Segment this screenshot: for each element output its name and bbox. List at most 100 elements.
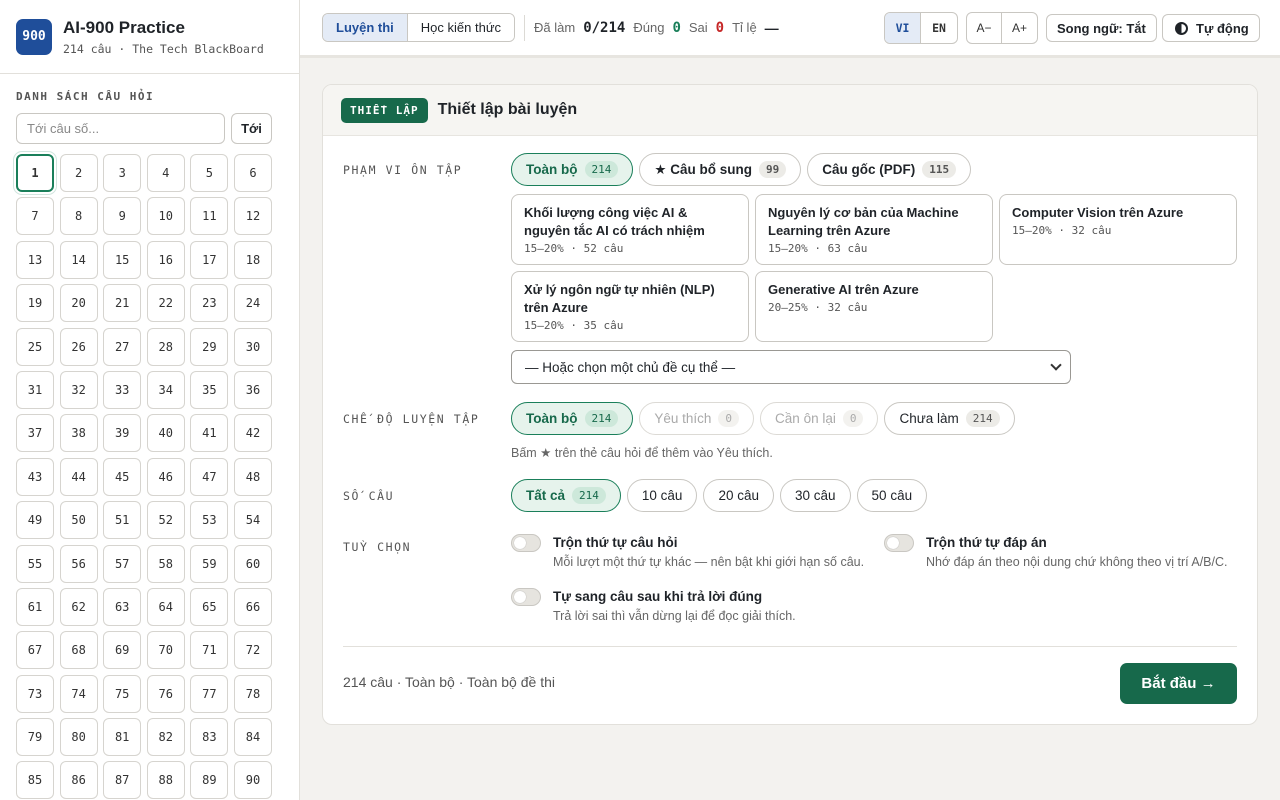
question-cell[interactable]: 17: [190, 240, 229, 279]
question-cell[interactable]: 62: [59, 587, 98, 626]
question-cell[interactable]: 61: [16, 587, 54, 626]
question-cell[interactable]: 57: [103, 544, 142, 583]
question-cell[interactable]: 37: [16, 414, 54, 453]
question-cell[interactable]: 39: [103, 414, 142, 453]
count-chip-50[interactable]: 50 câu: [856, 479, 928, 512]
question-cell[interactable]: 29: [190, 327, 229, 366]
tab-practice[interactable]: Luyện thi: [323, 14, 408, 41]
question-cell[interactable]: 28: [146, 327, 185, 366]
lang-en-button[interactable]: EN: [921, 13, 957, 43]
question-cell[interactable]: 30: [233, 327, 272, 366]
question-cell[interactable]: 79: [16, 718, 54, 757]
question-cell[interactable]: 52: [146, 501, 185, 540]
question-cell[interactable]: 23: [190, 284, 229, 323]
question-cell[interactable]: 40: [146, 414, 185, 453]
question-cell[interactable]: 71: [190, 631, 229, 670]
question-cell[interactable]: 25: [16, 327, 54, 366]
auto-next-toggle[interactable]: [511, 588, 541, 606]
question-cell[interactable]: 3: [103, 154, 142, 192]
question-cell[interactable]: 63: [103, 587, 142, 626]
question-cell[interactable]: 74: [59, 674, 98, 713]
question-cell[interactable]: 33: [103, 370, 142, 409]
question-cell[interactable]: 34: [146, 370, 185, 409]
question-cell[interactable]: 78: [233, 674, 272, 713]
question-cell[interactable]: 19: [16, 284, 54, 323]
goto-question-input[interactable]: [16, 113, 225, 144]
question-cell[interactable]: 1: [16, 154, 54, 192]
question-cell[interactable]: 69: [103, 631, 142, 670]
question-cell[interactable]: 7: [16, 197, 54, 236]
question-cell[interactable]: 53: [190, 501, 229, 540]
question-cell[interactable]: 22: [146, 284, 185, 323]
question-cell[interactable]: 82: [146, 718, 185, 757]
topic-select[interactable]: — Hoặc chọn một chủ đề cụ thể —: [511, 350, 1071, 384]
question-cell[interactable]: 27: [103, 327, 142, 366]
question-cell[interactable]: 4: [146, 154, 185, 192]
question-cell[interactable]: 12: [233, 197, 272, 236]
question-cell[interactable]: 5: [190, 154, 229, 192]
question-cell[interactable]: 21: [103, 284, 142, 323]
question-cell[interactable]: 72: [233, 631, 272, 670]
question-cell[interactable]: 70: [146, 631, 185, 670]
question-cell[interactable]: 50: [59, 501, 98, 540]
question-cell[interactable]: 16: [146, 240, 185, 279]
question-cell[interactable]: 51: [103, 501, 142, 540]
domain-card-ml[interactable]: Nguyên lý cơ bản của Machine Learning tr…: [755, 194, 993, 265]
question-cell[interactable]: 2: [59, 154, 98, 192]
question-cell[interactable]: 26: [59, 327, 98, 366]
question-cell[interactable]: 11: [190, 197, 229, 236]
shuffle-answers-toggle[interactable]: [884, 534, 914, 552]
question-cell[interactable]: 32: [59, 370, 98, 409]
bilingual-button[interactable]: Song ngữ: Tắt: [1046, 14, 1157, 42]
question-cell[interactable]: 47: [190, 457, 229, 496]
question-cell[interactable]: 89: [190, 761, 229, 800]
question-cell[interactable]: 83: [190, 718, 229, 757]
question-cell[interactable]: 77: [190, 674, 229, 713]
tab-learn[interactable]: Học kiến thức: [407, 14, 515, 41]
question-cell[interactable]: 76: [146, 674, 185, 713]
question-cell[interactable]: 58: [146, 544, 185, 583]
question-cell[interactable]: 38: [59, 414, 98, 453]
question-cell[interactable]: 65: [190, 587, 229, 626]
domain-card-nlp[interactable]: Xử lý ngôn ngữ tự nhiên (NLP) trên Azure…: [511, 271, 749, 342]
question-cell[interactable]: 6: [233, 154, 272, 192]
question-cell[interactable]: 75: [103, 674, 142, 713]
question-cell[interactable]: 86: [59, 761, 98, 800]
lang-vi-button[interactable]: VI: [885, 13, 921, 43]
question-cell[interactable]: 66: [233, 587, 272, 626]
question-cell[interactable]: 64: [146, 587, 185, 626]
question-cell[interactable]: 88: [146, 761, 185, 800]
mode-chip-review[interactable]: Cần ôn lại 0: [760, 402, 879, 435]
question-cell[interactable]: 60: [233, 544, 272, 583]
domain-card-vision[interactable]: Computer Vision trên Azure 15–20% · 32 câ…: [999, 194, 1237, 265]
question-cell[interactable]: 24: [233, 284, 272, 323]
scope-chip-extra[interactable]: ★ Câu bổ sung 99: [639, 153, 802, 186]
question-cell[interactable]: 55: [16, 544, 54, 583]
question-cell[interactable]: 10: [146, 197, 185, 236]
goto-question-button[interactable]: Tới: [231, 113, 272, 144]
question-cell[interactable]: 56: [59, 544, 98, 583]
question-cell[interactable]: 68: [59, 631, 98, 670]
count-chip-20[interactable]: 20 câu: [703, 479, 774, 512]
domain-card-ai-workloads[interactable]: Khối lượng công việc AI & nguyên tắc AI …: [511, 194, 749, 265]
scope-chip-original[interactable]: Câu gốc (PDF) 115: [807, 153, 972, 186]
question-cell[interactable]: 14: [59, 240, 98, 279]
question-cell[interactable]: 35: [190, 370, 229, 409]
question-cell[interactable]: 44: [59, 457, 98, 496]
question-cell[interactable]: 15: [103, 240, 142, 279]
question-cell[interactable]: 81: [103, 718, 142, 757]
question-cell[interactable]: 49: [16, 501, 54, 540]
question-cell[interactable]: 13: [16, 240, 54, 279]
question-cell[interactable]: 36: [233, 370, 272, 409]
question-cell[interactable]: 73: [16, 674, 54, 713]
question-cell[interactable]: 59: [190, 544, 229, 583]
domain-card-genai[interactable]: Generative AI trên Azure 20–25% · 32 câu: [755, 271, 993, 342]
question-cell[interactable]: 45: [103, 457, 142, 496]
question-cell[interactable]: 46: [146, 457, 185, 496]
question-cell[interactable]: 85: [16, 761, 54, 800]
question-cell[interactable]: 84: [233, 718, 272, 757]
font-smaller-button[interactable]: A−: [967, 13, 1002, 43]
question-cell[interactable]: 43: [16, 457, 54, 496]
mode-chip-all[interactable]: Toàn bộ 214: [511, 402, 634, 435]
question-cell[interactable]: 87: [103, 761, 142, 800]
